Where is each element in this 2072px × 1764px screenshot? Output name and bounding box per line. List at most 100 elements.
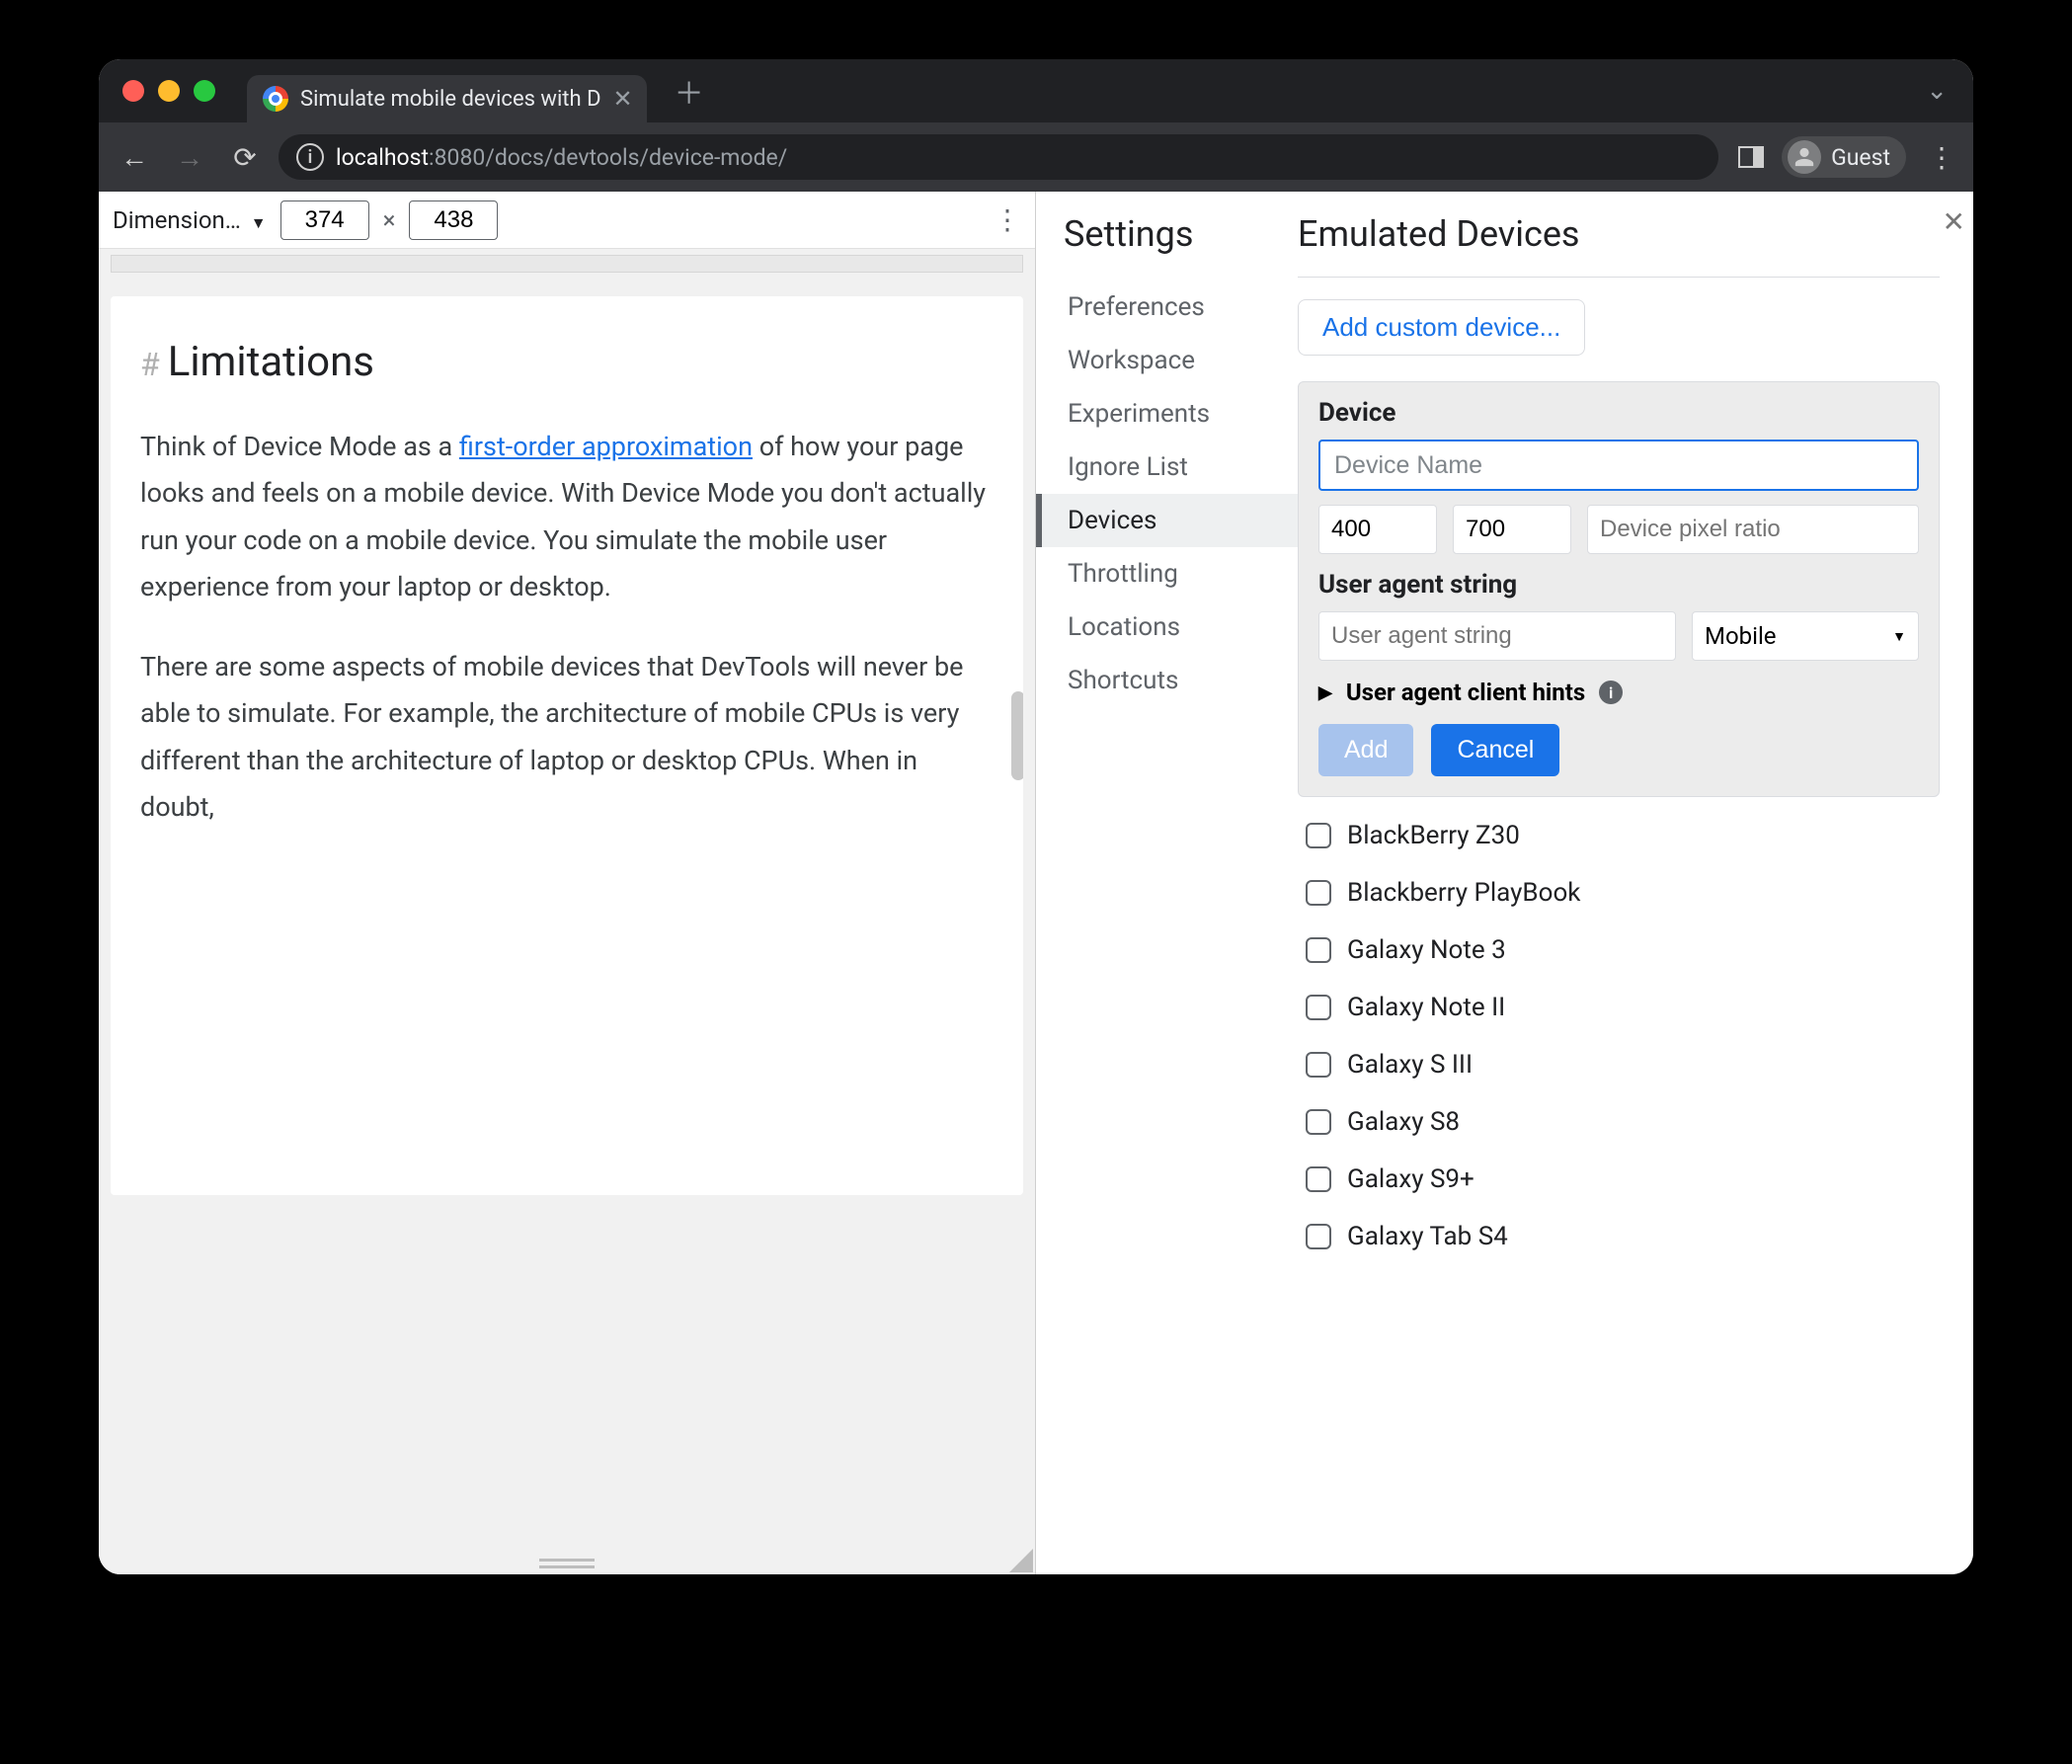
device-name-label: Galaxy Note 3 [1347,935,1506,965]
scrollbar-thumb[interactable] [1011,691,1023,780]
device-name-label: Galaxy S8 [1347,1107,1460,1137]
minimize-window-icon[interactable] [158,80,180,102]
settings-item-workspace[interactable]: Workspace [1064,334,1298,387]
ua-client-hints-toggle[interactable]: ▶ User agent client hints i [1318,679,1919,706]
checkbox-icon[interactable] [1306,995,1331,1020]
maximize-window-icon[interactable] [194,80,215,102]
chrome-favicon-icon [263,86,288,112]
first-order-link[interactable]: first-order approximation [459,431,753,462]
device-toolbar-menu-icon[interactable]: ⋮ [994,203,1021,236]
close-window-icon[interactable] [122,80,144,102]
dimensions-dropdown[interactable]: Dimension… ▼ [113,206,267,234]
times-label: × [383,206,396,234]
content-area: Dimension… ▼ × ⋮ # Limitations Think [99,192,1973,1574]
browser-window: Simulate mobile devices with D ✕ ＋ ⌄ ← →… [99,59,1973,1574]
browser-menu-icon[interactable]: ⋮ [1924,141,1959,174]
device-width-input[interactable] [1318,505,1437,554]
device-toolbar: Dimension… ▼ × ⋮ [99,192,1035,249]
device-row[interactable]: Galaxy Tab S4 [1298,1208,1940,1265]
checkbox-icon[interactable] [1306,1052,1331,1078]
device-name-label: Galaxy Note II [1347,993,1505,1022]
page-heading: # Limitations [140,338,994,386]
device-row[interactable]: Galaxy Note II [1298,979,1940,1036]
device-row[interactable]: BlackBerry Z30 [1298,807,1940,864]
settings-item-ignore-list[interactable]: Ignore List [1064,441,1298,494]
side-panel-icon[interactable] [1738,146,1764,168]
device-name-label: Galaxy S III [1347,1050,1473,1080]
cancel-button[interactable]: Cancel [1431,724,1559,776]
settings-item-shortcuts[interactable]: Shortcuts [1064,654,1298,707]
height-input[interactable] [409,200,498,240]
toolbar-right: Guest ⋮ [1738,136,1959,178]
page-heading-text: Limitations [168,338,374,386]
page-paragraph-2: There are some aspects of mobile devices… [140,644,994,831]
settings-item-locations[interactable]: Locations [1064,601,1298,654]
resize-grip-icon[interactable] [539,1559,595,1568]
profile-guest-button[interactable]: Guest [1782,136,1906,178]
device-list: BlackBerry Z30 Blackberry PlayBook Galaxy … [1298,807,1940,1265]
settings-item-throttling[interactable]: Throttling [1064,547,1298,601]
device-name-label: Galaxy S9+ [1347,1164,1474,1194]
device-name-label: BlackBerry Z30 [1347,821,1520,850]
reload-button[interactable]: ⟳ [223,135,267,179]
ruler [111,255,1023,273]
tab-close-icon[interactable]: ✕ [613,87,633,111]
devtools-settings-pane: Settings PreferencesWorkspaceExperiments… [1036,192,1973,1574]
checkbox-icon[interactable] [1306,1224,1331,1249]
width-input[interactable] [280,200,369,240]
ua-type-value: Mobile [1705,622,1777,650]
device-name-label: Galaxy Tab S4 [1347,1222,1508,1251]
device-row[interactable]: Galaxy S8 [1298,1093,1940,1151]
device-name-input[interactable] [1318,440,1919,491]
custom-device-form: Device User agent string Mobile ▼ [1298,381,1940,797]
device-row[interactable]: Galaxy Note 3 [1298,922,1940,979]
checkbox-icon[interactable] [1306,1109,1331,1135]
device-row[interactable]: Galaxy S9+ [1298,1151,1940,1208]
back-button[interactable]: ← [113,135,156,179]
checkbox-icon[interactable] [1306,880,1331,906]
settings-main: ✕ Emulated Devices Add custom device... … [1298,192,1973,1574]
browser-tab[interactable]: Simulate mobile devices with D ✕ [247,75,647,122]
device-row[interactable]: Blackberry PlayBook [1298,864,1940,922]
user-agent-label: User agent string [1318,570,1919,600]
triangle-right-icon: ▶ [1318,682,1332,703]
settings-item-preferences[interactable]: Preferences [1064,281,1298,334]
emulated-page[interactable]: # Limitations Think of Device Mode as a … [111,296,1023,1195]
device-height-input[interactable] [1453,505,1571,554]
toolbar: ← → ⟳ i localhost:8080/docs/devtools/dev… [99,122,1973,192]
info-icon[interactable]: i [1599,681,1623,704]
checkbox-icon[interactable] [1306,823,1331,848]
tab-search-icon[interactable]: ⌄ [1926,76,1948,106]
settings-item-experiments[interactable]: Experiments [1064,387,1298,441]
add-custom-device-button[interactable]: Add custom device... [1298,299,1585,356]
chevron-down-icon: ▼ [251,213,267,232]
device-viewport: # Limitations Think of Device Mode as a … [99,249,1035,1574]
device-mode-pane: Dimension… ▼ × ⋮ # Limitations Think [99,192,1036,1574]
new-tab-button[interactable]: ＋ [675,69,704,113]
checkbox-icon[interactable] [1306,937,1331,963]
settings-item-devices[interactable]: Devices [1036,494,1298,547]
device-row[interactable]: Galaxy S III [1298,1036,1940,1093]
page-paragraph-1: Think of Device Mode as a first-order ap… [140,424,994,610]
add-button[interactable]: Add [1318,724,1413,776]
resize-corner-icon[interactable] [1009,1549,1033,1572]
device-pixel-ratio-input[interactable] [1587,505,1919,554]
titlebar: Simulate mobile devices with D ✕ ＋ ⌄ [99,59,1973,122]
checkbox-icon[interactable] [1306,1166,1331,1192]
settings-sidebar: Settings PreferencesWorkspaceExperiments… [1036,192,1298,1574]
url-host: localhost [336,144,429,171]
address-bar[interactable]: i localhost:8080/docs/devtools/device-mo… [279,134,1718,180]
tab-title: Simulate mobile devices with D [300,87,601,112]
site-info-icon[interactable]: i [296,143,324,171]
avatar-icon [1788,140,1821,174]
hash-icon: # [140,346,160,383]
divider [1298,277,1940,278]
user-agent-input[interactable] [1318,611,1676,661]
user-agent-type-select[interactable]: Mobile ▼ [1692,611,1919,661]
device-name-label: Blackberry PlayBook [1347,878,1580,908]
close-settings-icon[interactable]: ✕ [1943,205,1965,238]
ua-client-hints-label: User agent client hints [1346,679,1585,706]
url-port: :8080 [429,144,485,171]
url-path: /docs/devtools/device-mode/ [485,144,787,171]
forward-button[interactable]: → [168,135,211,179]
